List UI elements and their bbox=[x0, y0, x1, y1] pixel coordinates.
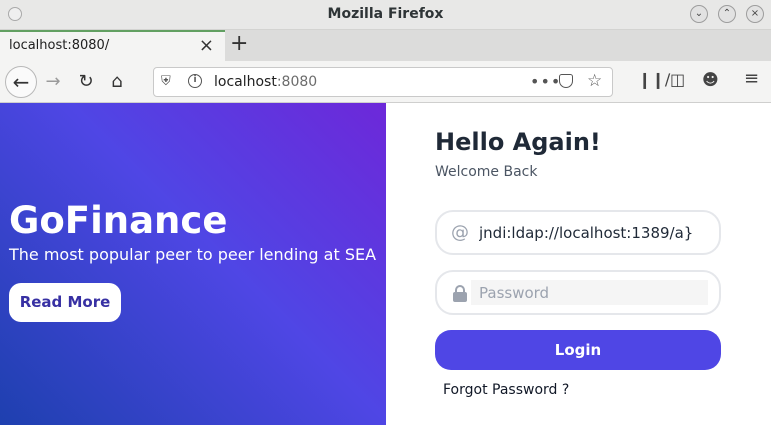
bookmark-star-icon[interactable]: ☆ bbox=[587, 71, 602, 91]
brand-title: GoFinance bbox=[9, 199, 228, 242]
site-info-icon[interactable]: i bbox=[188, 74, 202, 88]
close-window-icon[interactable]: × bbox=[746, 5, 764, 23]
sidebar-icon[interactable]: ◫ bbox=[670, 70, 685, 89]
reload-button[interactable]: ↻ bbox=[74, 70, 98, 94]
read-more-button[interactable]: Read More bbox=[9, 283, 121, 322]
tab-strip: localhost:8080/ × + bbox=[0, 30, 771, 61]
login-heading: Hello Again! bbox=[435, 128, 601, 156]
url-text[interactable]: localhost:8080 bbox=[214, 74, 317, 90]
at-sign-icon: @ bbox=[451, 222, 469, 243]
url-bar[interactable]: ⛨ i localhost:8080 ••• ☆ bbox=[153, 67, 613, 97]
library-icon[interactable]: ❙❙∕ bbox=[638, 70, 670, 89]
back-button[interactable]: ← bbox=[5, 66, 37, 98]
login-form: Hello Again! Welcome Back @ Login Forgot… bbox=[386, 103, 771, 425]
new-tab-button[interactable]: + bbox=[230, 31, 248, 56]
tracking-shield-icon[interactable]: ⛨ bbox=[161, 74, 171, 89]
username-input[interactable] bbox=[471, 220, 708, 245]
minimize-icon[interactable]: ⌄ bbox=[690, 5, 708, 23]
password-field bbox=[435, 270, 721, 315]
menu-icon[interactable]: ≡ bbox=[744, 68, 759, 89]
home-button[interactable]: ⌂ bbox=[105, 70, 129, 94]
window-titlebar: Mozilla Firefox ⌄ ⌃ × bbox=[0, 0, 771, 30]
navigation-toolbar: ← → ↻ ⌂ ⛨ i localhost:8080 ••• ☆ ❙❙∕ ◫ ☻… bbox=[0, 61, 771, 103]
hero-panel: GoFinance The most popular peer to peer … bbox=[0, 103, 386, 425]
forgot-password-link[interactable]: Forgot Password ? bbox=[443, 382, 569, 398]
url-host: localhost bbox=[214, 74, 277, 90]
forward-button[interactable]: → bbox=[41, 70, 65, 94]
pocket-icon[interactable] bbox=[559, 74, 573, 88]
tab-localhost[interactable]: localhost:8080/ × bbox=[0, 30, 225, 61]
username-field: @ bbox=[435, 210, 721, 255]
password-input[interactable] bbox=[471, 280, 708, 305]
window-title: Mozilla Firefox bbox=[327, 6, 444, 22]
tab-title: localhost:8080/ bbox=[9, 38, 110, 53]
page-actions-icon[interactable]: ••• bbox=[530, 72, 561, 91]
maximize-icon[interactable]: ⌃ bbox=[718, 5, 736, 23]
login-button[interactable]: Login bbox=[435, 330, 721, 370]
brand-tagline: The most popular peer to peer lending at… bbox=[9, 245, 377, 264]
account-icon[interactable]: ☻ bbox=[702, 70, 719, 89]
tab-close-icon[interactable]: × bbox=[199, 35, 214, 56]
lock-icon bbox=[453, 285, 467, 302]
url-port: :8080 bbox=[276, 74, 318, 90]
login-subheading: Welcome Back bbox=[435, 164, 538, 180]
